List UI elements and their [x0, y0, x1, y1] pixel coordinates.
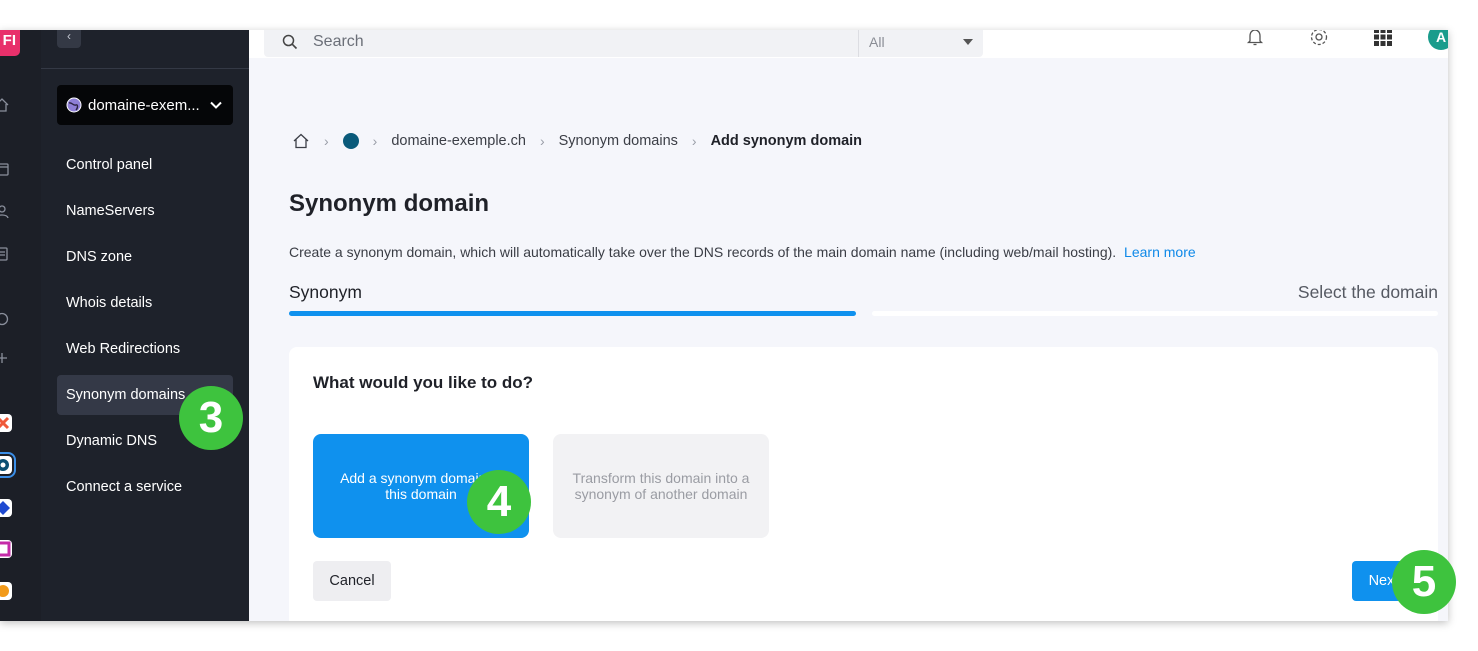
- kmail-app-icon[interactable]: [0, 414, 12, 432]
- callout-badge-next: 5: [1392, 550, 1456, 614]
- breadcrumb-section[interactable]: Synonym domains: [559, 133, 678, 149]
- kmeet-app-icon[interactable]: [0, 582, 12, 600]
- breadcrumb-separator-icon: ›: [691, 133, 697, 149]
- search-icon: [282, 34, 298, 49]
- collapse-sidebar-button[interactable]: ‹: [57, 30, 81, 48]
- sidebar-item-dns-zone[interactable]: DNS zone: [57, 237, 233, 277]
- main-content: › › domaine-exemple.ch › Synonym domains…: [249, 58, 1448, 621]
- step-label-synonym: Synonym: [289, 282, 362, 302]
- learn-more-link[interactable]: Learn more: [1124, 244, 1196, 260]
- search-scope-select[interactable]: All: [859, 34, 983, 50]
- settings-icon[interactable]: [0, 350, 10, 366]
- search-input[interactable]: [313, 30, 858, 57]
- app-window: FI ‹ domaine-exem... Control panel NameS…: [0, 30, 1448, 621]
- chevron-down-icon: [210, 101, 222, 109]
- callout-badge-option: 4: [467, 470, 531, 534]
- globe-icon: [66, 97, 82, 113]
- home-icon[interactable]: [292, 132, 310, 150]
- sidebar-nav: Control panel NameServers DNS zone Whois…: [57, 145, 233, 513]
- sidebar: ‹ domaine-exem... Control panel NameServ…: [41, 30, 249, 621]
- breadcrumb-separator-icon: ›: [324, 133, 329, 149]
- sidebar-item-connect-service[interactable]: Connect a service: [57, 467, 233, 507]
- breadcrumb: › › domaine-exemple.ch › Synonym domains…: [292, 132, 862, 150]
- step-label-select-domain: Select the domain: [1297, 282, 1438, 302]
- apps-grid-icon[interactable]: [1372, 30, 1394, 48]
- kdrive-app-icon[interactable]: [0, 452, 16, 478]
- search-scope-value: All: [869, 33, 885, 50]
- stepper-progress-remaining: [872, 311, 1438, 316]
- breadcrumb-separator-icon: ›: [372, 133, 378, 149]
- sidebar-item-nameservers[interactable]: NameServers: [57, 191, 233, 231]
- kchat-app-icon[interactable]: [0, 499, 12, 517]
- breadcrumb-current: Add synonym domain: [710, 133, 863, 149]
- sidebar-divider: [41, 68, 249, 69]
- brand-logo[interactable]: FI: [0, 30, 20, 56]
- search-bar: All: [264, 30, 983, 57]
- ksuite-app-icon[interactable]: [0, 540, 12, 558]
- sidebar-item-web-redirections[interactable]: Web Redirections: [57, 329, 233, 369]
- domain-selector-label: domaine-exem...: [88, 96, 200, 114]
- topbar: All A: [249, 30, 1448, 58]
- stepper-progress-complete: [289, 311, 856, 316]
- domain-selector[interactable]: domaine-exem...: [57, 85, 233, 125]
- page-description: Create a synonym domain, which will auto…: [289, 244, 1196, 260]
- option-transform-domain[interactable]: Transform this domain into a synonym of …: [553, 434, 769, 538]
- kdrive-logo-icon[interactable]: [342, 133, 359, 149]
- callout-badge-sidebar: 3: [179, 386, 243, 450]
- app-rail: FI: [0, 30, 41, 621]
- users-icon[interactable]: [0, 204, 10, 220]
- sidebar-item-whois-details[interactable]: Whois details: [57, 283, 233, 323]
- home-icon[interactable]: [0, 97, 10, 113]
- gear-icon[interactable]: [1308, 30, 1330, 48]
- sidebar-item-control-panel[interactable]: Control panel: [57, 145, 233, 185]
- breadcrumb-separator-icon: ›: [539, 133, 545, 149]
- avatar[interactable]: A: [1428, 30, 1448, 50]
- calendar-icon[interactable]: [0, 161, 10, 177]
- action-card: What would you like to do? Add a synonym…: [289, 347, 1438, 621]
- cancel-button[interactable]: Cancel: [313, 561, 391, 601]
- card-question: What would you like to do?: [313, 373, 534, 392]
- breadcrumb-domain[interactable]: domaine-exemple.ch: [391, 133, 526, 149]
- bell-icon[interactable]: [1244, 30, 1266, 48]
- support-icon[interactable]: [0, 311, 10, 327]
- document-icon[interactable]: [0, 246, 10, 262]
- description-text: Create a synonym domain, which will auto…: [289, 244, 1117, 260]
- caret-down-icon: [963, 38, 973, 45]
- page-title: Synonym domain: [289, 190, 490, 217]
